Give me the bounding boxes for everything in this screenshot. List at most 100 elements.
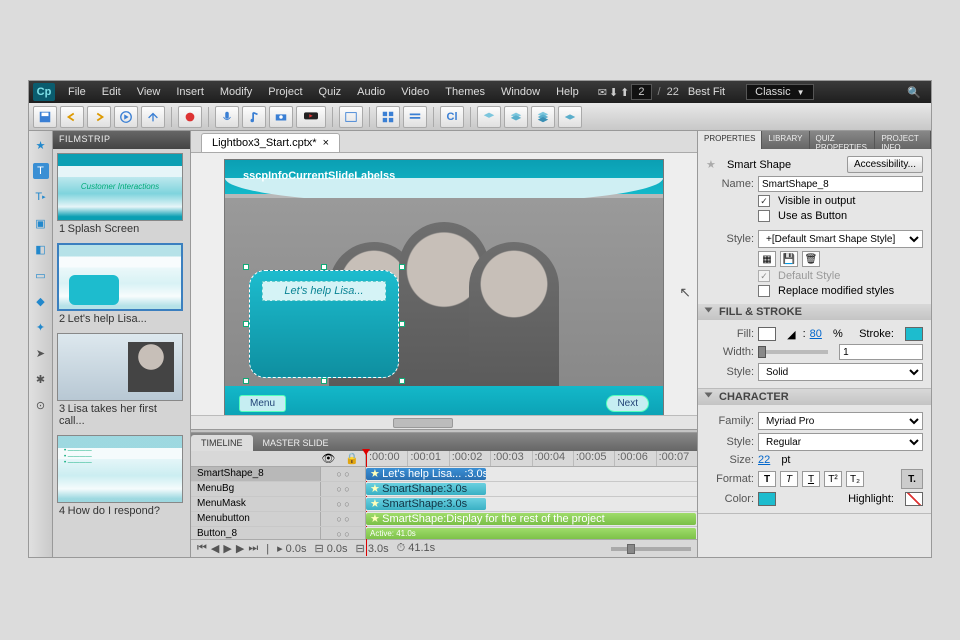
filmstrip-slide[interactable]: • ————• ————• ———— 4 How do I respond? [57, 435, 186, 519]
layer1-button[interactable] [477, 106, 501, 128]
replace-checkbox[interactable] [758, 285, 770, 297]
name-input[interactable] [758, 176, 923, 192]
lock-icon[interactable]: 🔒 [345, 452, 359, 465]
text-caption-icon[interactable]: T▸ [33, 189, 49, 205]
shape-text[interactable]: Let's help Lisa... [262, 281, 386, 301]
font-size[interactable]: 22 [758, 454, 770, 466]
tl-row-name[interactable]: MenuBg [191, 482, 321, 496]
workspace-select[interactable]: Classic▼ [746, 84, 813, 100]
default-style-checkbox[interactable] [758, 270, 770, 282]
highlight-swatch[interactable] [905, 492, 923, 506]
style-save-icon[interactable]: ▦ [758, 251, 776, 267]
tl-row-name[interactable]: SmartShape_8 [191, 467, 321, 481]
star-icon[interactable]: ★ [33, 137, 49, 153]
menu-view[interactable]: View [130, 84, 168, 100]
font-style-select[interactable]: Regular [758, 433, 923, 451]
tl-row-name[interactable]: Button_8 [191, 527, 321, 539]
text-color-swatch[interactable] [758, 492, 776, 506]
close-tab-icon[interactable]: × [323, 137, 329, 149]
menu-themes[interactable]: Themes [438, 84, 492, 100]
publish-button[interactable] [141, 106, 165, 128]
tab-quiz[interactable]: QUIZ PROPERTIES [810, 131, 876, 149]
width-slider[interactable] [758, 350, 828, 354]
timeline-tab[interactable]: TIMELINE [191, 435, 253, 451]
menu-file[interactable]: File [61, 84, 93, 100]
mail-icon[interactable]: ✉ [598, 86, 607, 99]
visible-checkbox[interactable] [758, 195, 770, 207]
stroke-swatch[interactable] [905, 327, 923, 341]
filmstrip-slide[interactable]: 2 Let's help Lisa... [57, 243, 186, 327]
tl-row-name[interactable]: Menubutton [191, 512, 321, 526]
menu-button[interactable]: Menu [239, 395, 286, 412]
tl-prev-icon[interactable]: ◀ [211, 542, 219, 555]
file-tab[interactable]: Lightbox3_Start.cptx*× [201, 133, 340, 152]
button-tool-icon[interactable]: ▭ [33, 267, 49, 283]
stroke-style-select[interactable]: Solid [758, 363, 923, 381]
undo-button[interactable] [60, 106, 84, 128]
style-select[interactable]: +[Default Smart Shape Style] [758, 230, 923, 248]
tl-zoom-slider[interactable] [611, 547, 691, 551]
search-icon[interactable]: 🔍 [907, 86, 921, 99]
italic-button[interactable]: T [780, 471, 798, 487]
layer3-button[interactable] [531, 106, 555, 128]
preview-button[interactable] [114, 106, 138, 128]
tab-projectinfo[interactable]: PROJECT INFO [875, 131, 931, 149]
bold-button[interactable]: T [758, 471, 776, 487]
mic-button[interactable] [215, 106, 239, 128]
slide-canvas[interactable]: sscpInfoCurrentSlideLabelss Let's help L… [224, 159, 664, 415]
text-tool-icon[interactable]: T [33, 163, 49, 179]
save-button[interactable] [33, 106, 57, 128]
tab-library[interactable]: LIBRARY [762, 131, 809, 149]
style-delete-icon[interactable]: 🗑 [802, 251, 820, 267]
sub-button[interactable]: T₂ [846, 471, 864, 487]
click-tool-icon[interactable]: ✱ [33, 371, 49, 387]
fill-swatch[interactable] [758, 327, 776, 341]
menu-project[interactable]: Project [261, 84, 309, 100]
eye-icon[interactable]: 👁 [321, 452, 335, 465]
menu-edit[interactable]: Edit [95, 84, 128, 100]
page-current[interactable]: 2 [631, 84, 651, 100]
fillstroke-header[interactable]: FILL & STROKE [698, 304, 931, 320]
stage[interactable]: sscpInfoCurrentSlideLabelss Let's help L… [191, 153, 697, 415]
image-tool-icon[interactable]: ▣ [33, 215, 49, 231]
style-save2-icon[interactable]: 💾 [780, 251, 798, 267]
upload-icon[interactable]: ⬆ [620, 86, 629, 99]
menu-window[interactable]: Window [494, 84, 547, 100]
camera-button[interactable] [269, 106, 293, 128]
tl-last-icon[interactable]: ⏭ [248, 542, 258, 555]
stage-h-scrollbar[interactable] [191, 415, 697, 429]
selected-smartshape[interactable]: Let's help Lisa... [249, 270, 399, 378]
tl-play-icon[interactable]: ▶ [223, 542, 231, 555]
font-family-select[interactable]: Myriad Pro [758, 412, 923, 430]
grid-button[interactable] [376, 106, 400, 128]
sup-button[interactable]: T² [824, 471, 842, 487]
pointer-tool-icon[interactable]: ➤ [33, 345, 49, 361]
cl-button[interactable]: Cl [440, 106, 464, 128]
width-input[interactable] [839, 344, 923, 360]
zoom-tool-icon[interactable]: ⊙ [33, 397, 49, 413]
use-button-checkbox[interactable] [758, 210, 770, 222]
shape-tool-icon[interactable]: ◧ [33, 241, 49, 257]
zoom-select[interactable]: Best Fit [681, 84, 732, 100]
grad-icon[interactable]: ◢ [787, 328, 795, 341]
tl-row-name[interactable]: MenuMask [191, 497, 321, 511]
menu-modify[interactable]: Modify [213, 84, 259, 100]
tl-next-icon[interactable]: ▶ [236, 542, 244, 555]
format-more-button[interactable]: T. [901, 469, 923, 489]
menu-quiz[interactable]: Quiz [312, 84, 349, 100]
layer4-button[interactable] [558, 106, 582, 128]
underline-button[interactable]: T [802, 471, 820, 487]
menu-video[interactable]: Video [394, 84, 436, 100]
character-header[interactable]: CHARACTER [698, 389, 931, 405]
record-button[interactable] [178, 106, 202, 128]
timeline-ruler[interactable]: :00:00:00:01 :00:02:00:03 :00:04:00:05 :… [366, 451, 697, 466]
menu-audio[interactable]: Audio [350, 84, 392, 100]
masterslide-tab[interactable]: MASTER SLIDE [253, 435, 339, 451]
star-icon[interactable]: ★ [706, 158, 716, 171]
slide-button[interactable] [339, 106, 363, 128]
fill-opacity[interactable]: 80 [810, 328, 822, 340]
tab-properties[interactable]: PROPERTIES [698, 131, 762, 149]
menu-help[interactable]: Help [549, 84, 586, 100]
download-icon[interactable]: ⬇ [609, 86, 618, 99]
interaction-tool-icon[interactable]: ◆ [33, 293, 49, 309]
